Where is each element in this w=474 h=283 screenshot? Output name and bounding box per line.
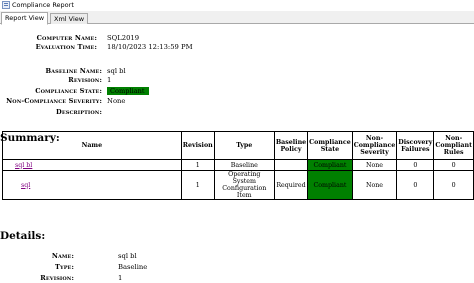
details-type-value: Baseline bbox=[118, 263, 148, 271]
summary-table: Name Revision Type Baseline Policy Compl… bbox=[2, 131, 474, 200]
baseline-name-value: sql bl bbox=[107, 67, 126, 75]
column-header-baseline-policy: Baseline Policy bbox=[273, 131, 309, 160]
description-label: Description: bbox=[56, 108, 102, 116]
row-revision-cell: 1 bbox=[180, 170, 215, 200]
row-name-link[interactable]: sql bl bbox=[15, 162, 32, 169]
row-baseline-policy-cell bbox=[273, 159, 309, 171]
baseline-name-label: Baseline Name: bbox=[45, 67, 102, 75]
row-type-cell: Operating System Configuration Item bbox=[213, 170, 275, 200]
column-header-name: Name bbox=[2, 131, 182, 160]
details-heading: Details: bbox=[0, 230, 46, 242]
evaluation-time-label: Evaluation Time: bbox=[35, 43, 97, 51]
revision-label: Revision: bbox=[68, 76, 102, 84]
column-header-non-compliance-severity: Non-Compliance Severity bbox=[351, 131, 398, 160]
row-severity-cell: None bbox=[351, 170, 398, 200]
non-compliance-severity-value: None bbox=[107, 97, 126, 105]
compliance-state-badge: Compliant bbox=[107, 87, 149, 95]
view-tabstrip: Report View Xml View bbox=[0, 11, 474, 25]
row-type-cell: Baseline bbox=[213, 159, 275, 171]
evaluation-time-value: 18/10/2023 12:13:59 PM bbox=[107, 43, 193, 51]
summary-header-row: Name Revision Type Baseline Policy Compl… bbox=[2, 131, 474, 160]
computer-name-value: SQL2019 bbox=[107, 34, 140, 42]
row-non-compliant-rules-cell: 0 bbox=[433, 170, 474, 200]
column-header-compliance-state: Compliance State bbox=[307, 131, 353, 160]
table-row: sql 1 Operating System Configuration Ite… bbox=[2, 170, 474, 200]
column-header-type: Type bbox=[213, 131, 275, 160]
details-name-label: Name: bbox=[51, 252, 74, 260]
window-titlebar: Compliance Report bbox=[0, 0, 474, 11]
details-revision-label: Revision: bbox=[40, 274, 74, 282]
tab-xml-view[interactable]: Xml View bbox=[50, 13, 89, 24]
row-revision-cell: 1 bbox=[180, 159, 215, 171]
details-name-value: sql bl bbox=[118, 252, 137, 260]
details-type-label: Type: bbox=[55, 263, 74, 271]
column-header-non-compliant-rules: Non-Compliant Rules bbox=[433, 131, 474, 160]
row-severity-cell: None bbox=[351, 159, 398, 171]
row-compliance-state-cell: Compliant bbox=[307, 170, 353, 200]
row-compliance-state-cell: Compliant bbox=[307, 159, 353, 171]
table-row: sql bl 1 Baseline Compliant None 0 0 bbox=[2, 159, 474, 171]
column-header-revision: Revision bbox=[180, 131, 215, 160]
row-discovery-failures-cell: 0 bbox=[396, 170, 435, 200]
row-discovery-failures-cell: 0 bbox=[396, 159, 435, 171]
non-compliance-severity-label: Non-Compliance Severity: bbox=[6, 97, 102, 105]
row-name-cell: sql bl bbox=[2, 159, 182, 171]
revision-value: 1 bbox=[107, 76, 112, 84]
column-header-discovery-failures: Discovery Failures bbox=[396, 131, 435, 160]
window-title: Compliance Report bbox=[12, 1, 74, 9]
row-name-link[interactable]: sql bbox=[21, 182, 30, 189]
row-baseline-policy-cell: Required bbox=[273, 170, 309, 200]
compliance-state-label: Compliance State: bbox=[35, 87, 102, 95]
compliance-report-icon bbox=[2, 1, 10, 9]
tab-report-view[interactable]: Report View bbox=[1, 12, 49, 25]
row-non-compliant-rules-cell: 0 bbox=[433, 159, 474, 171]
details-revision-value: 1 bbox=[118, 274, 123, 282]
row-name-cell: sql bbox=[2, 170, 182, 200]
computer-name-label: Computer Name: bbox=[36, 34, 97, 42]
